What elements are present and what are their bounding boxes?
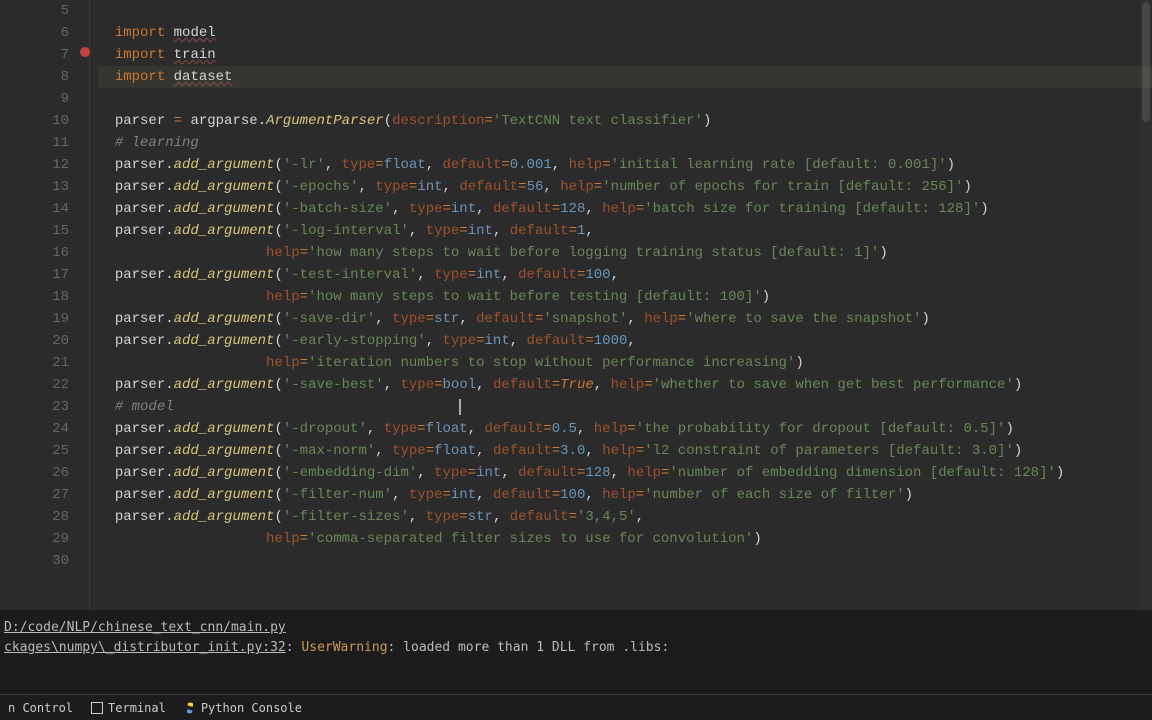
code-line-11[interactable]: # learning [98, 132, 1152, 154]
code-line-5[interactable] [98, 0, 1152, 22]
terminal-label: Terminal [108, 701, 166, 715]
line-number[interactable]: 21 [0, 352, 69, 374]
breakpoint-marker[interactable] [80, 47, 90, 57]
line-number[interactable]: 25 [0, 440, 69, 462]
code-line-20[interactable]: parser.add_argument('-early-stopping', t… [98, 330, 1152, 352]
python-console-label: Python Console [201, 701, 302, 715]
line-number[interactable]: 26 [0, 462, 69, 484]
line-number[interactable]: 20 [0, 330, 69, 352]
line-number[interactable]: 30 [0, 550, 69, 572]
line-number[interactable]: 7 [0, 44, 69, 66]
code-line-28[interactable]: parser.add_argument('-filter-sizes', typ… [98, 506, 1152, 528]
terminal-tab[interactable]: Terminal [91, 701, 166, 715]
console-warning-location[interactable]: ckages\numpy\_distributor_init.py:32 [4, 640, 286, 655]
console-warning-message: loaded more than 1 DLL from .libs: [403, 640, 669, 655]
console-warning-line: ckages\numpy\_distributor_init.py:32: Us… [4, 638, 1148, 658]
text-cursor [459, 399, 461, 415]
line-number[interactable]: 17 [0, 264, 69, 286]
code-editor[interactable]: 5678910111213141516171819202122232425262… [0, 0, 1152, 610]
line-number[interactable]: 19 [0, 308, 69, 330]
python-console-tab[interactable]: Python Console [184, 701, 302, 715]
code-line-25[interactable]: parser.add_argument('-max-norm', type=fl… [98, 440, 1152, 462]
code-line-26[interactable]: parser.add_argument('-embedding-dim', ty… [98, 462, 1152, 484]
editor-scrollbar[interactable] [1140, 0, 1152, 610]
code-line-13[interactable]: parser.add_argument('-epochs', type=int,… [98, 176, 1152, 198]
code-line-14[interactable]: parser.add_argument('-batch-size', type=… [98, 198, 1152, 220]
line-number[interactable]: 24 [0, 418, 69, 440]
line-number-gutter[interactable]: 5678910111213141516171819202122232425262… [0, 0, 90, 610]
code-line-24[interactable]: parser.add_argument('-dropout', type=flo… [98, 418, 1152, 440]
line-number[interactable]: 29 [0, 528, 69, 550]
code-line-15[interactable]: parser.add_argument('-log-interval', typ… [98, 220, 1152, 242]
code-line-9[interactable] [98, 88, 1152, 110]
code-line-22[interactable]: parser.add_argument('-save-best', type=b… [98, 374, 1152, 396]
line-number[interactable]: 13 [0, 176, 69, 198]
line-number[interactable]: 16 [0, 242, 69, 264]
code-line-23[interactable]: # model [98, 396, 1152, 418]
terminal-icon [91, 702, 103, 714]
code-line-29[interactable]: help='comma-separated filter sizes to us… [98, 528, 1152, 550]
line-number[interactable]: 22 [0, 374, 69, 396]
code-line-19[interactable]: parser.add_argument('-save-dir', type=st… [98, 308, 1152, 330]
scrollbar-thumb[interactable] [1142, 2, 1150, 122]
code-line-10[interactable]: parser = argparse.ArgumentParser(descrip… [98, 110, 1152, 132]
console-warning-class: UserWarning [301, 640, 387, 655]
python-icon [184, 702, 196, 714]
bottom-panel: D:/code/NLP/chinese_text_cnn/main.py cka… [0, 610, 1152, 720]
console-script-path[interactable]: D:/code/NLP/chinese_text_cnn/main.py [4, 618, 1148, 638]
line-number[interactable]: 11 [0, 132, 69, 154]
code-line-18[interactable]: help='how many steps to wait before test… [98, 286, 1152, 308]
line-number[interactable]: 5 [0, 0, 69, 22]
version-control-tab[interactable]: n Control [8, 701, 73, 715]
line-number[interactable]: 14 [0, 198, 69, 220]
code-line-6[interactable]: import model [98, 22, 1152, 44]
code-line-7[interactable]: import train [98, 44, 1152, 66]
line-number[interactable]: 6 [0, 22, 69, 44]
line-number[interactable]: 18 [0, 286, 69, 308]
code-line-16[interactable]: help='how many steps to wait before logg… [98, 242, 1152, 264]
code-line-30[interactable] [98, 550, 1152, 572]
line-number[interactable]: 15 [0, 220, 69, 242]
line-number[interactable]: 9 [0, 88, 69, 110]
tool-window-bar: n Control Terminal Python Console [0, 694, 1152, 720]
line-number[interactable]: 27 [0, 484, 69, 506]
code-line-12[interactable]: parser.add_argument('-lr', type=float, d… [98, 154, 1152, 176]
version-control-label: n Control [8, 701, 73, 715]
line-number[interactable]: 28 [0, 506, 69, 528]
run-console[interactable]: D:/code/NLP/chinese_text_cnn/main.py cka… [0, 610, 1152, 658]
code-line-17[interactable]: parser.add_argument('-test-interval', ty… [98, 264, 1152, 286]
line-number[interactable]: 12 [0, 154, 69, 176]
line-number[interactable]: 23 [0, 396, 69, 418]
code-line-8[interactable]: import dataset [98, 66, 1152, 88]
code-line-27[interactable]: parser.add_argument('-filter-num', type=… [98, 484, 1152, 506]
code-area[interactable]: import model import train import dataset… [90, 0, 1152, 610]
code-line-21[interactable]: help='iteration numbers to stop without … [98, 352, 1152, 374]
line-number[interactable]: 10 [0, 110, 69, 132]
line-number[interactable]: 8 [0, 66, 69, 88]
